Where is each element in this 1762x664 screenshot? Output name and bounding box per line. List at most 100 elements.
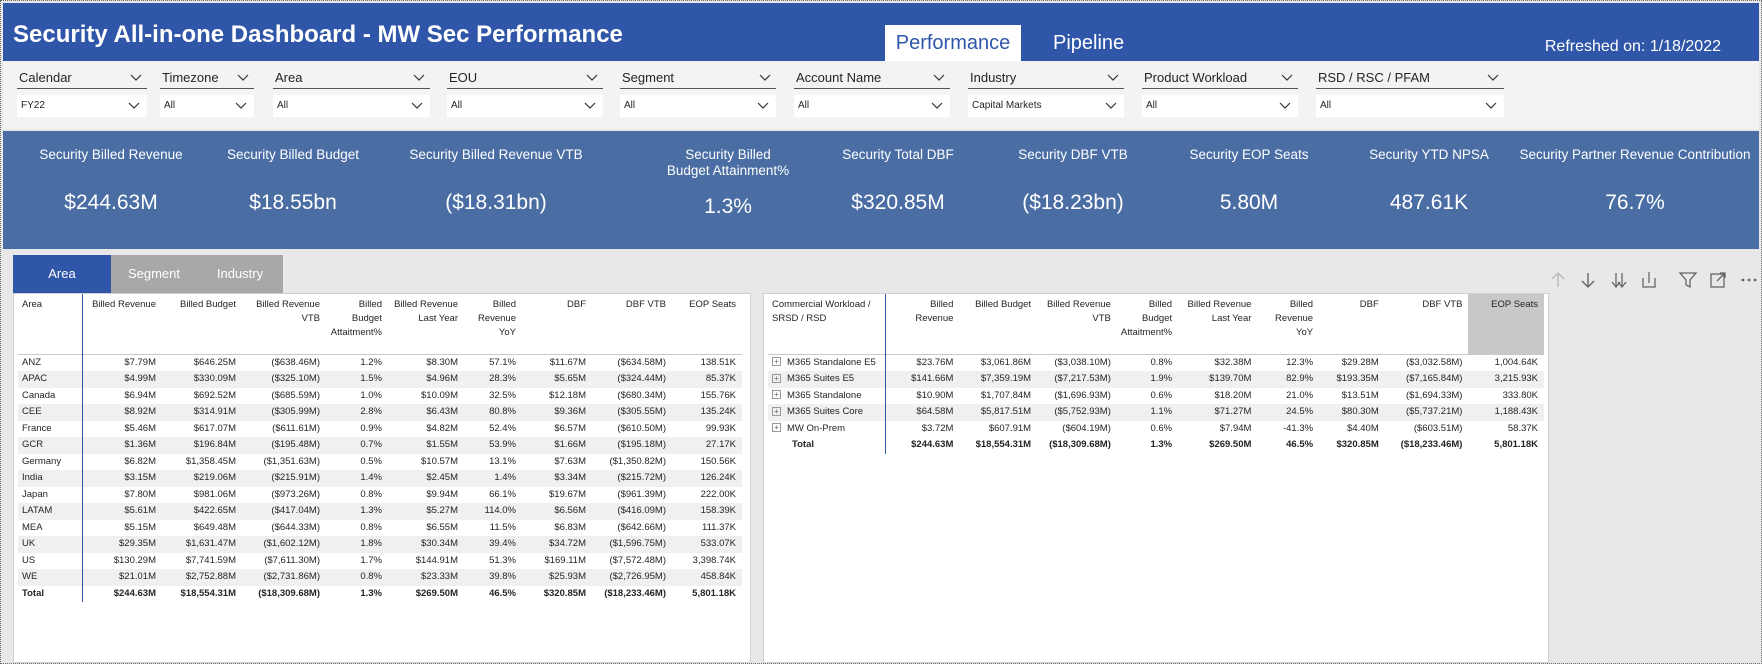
table-row[interactable]: France $5.46M $617.07M ($611.61M) 0.9% $4.82M… xyxy=(18,420,742,437)
column-header[interactable]: Billed Revenue xyxy=(886,294,959,354)
chevron-down-icon[interactable] xyxy=(412,71,426,83)
column-header[interactable]: Area xyxy=(18,294,83,354)
column-header[interactable]: DBF VTB xyxy=(592,294,672,354)
slicer-industry[interactable]: Industry Capital Markets xyxy=(968,69,1124,125)
slicer-dropdown: FY22 xyxy=(17,95,147,117)
chevron-down-icon[interactable] xyxy=(1104,99,1118,111)
drill-up-icon[interactable] xyxy=(1547,269,1569,291)
table-cell: 2.8% xyxy=(326,404,388,421)
slicer-value: All xyxy=(624,100,636,111)
expand-hierarchy-icon[interactable] xyxy=(1638,269,1660,291)
table-row[interactable]: CEE $8.92M $314.91M ($305.99M) 2.8% $6.43M 80.… xyxy=(18,404,742,421)
table-row[interactable]: WE $21.01M $2,752.88M ($2,731.86M) 0.8% $23.3… xyxy=(18,569,742,586)
slicer-area[interactable]: Area All xyxy=(273,69,430,125)
slicer-segment[interactable]: Segment All xyxy=(620,69,776,125)
column-header[interactable]: Billed Revenue Last Year xyxy=(388,294,464,354)
expand-icon[interactable]: + xyxy=(772,406,781,416)
column-header[interactable]: Billed Budget Attaitment% xyxy=(1117,294,1178,354)
slicer-calendar[interactable]: Calendar FY22 xyxy=(17,69,147,125)
total-row[interactable]: Total $244.63M $18,554.31M ($18,309.68M) 1.3… xyxy=(18,585,742,602)
expand-icon[interactable]: + xyxy=(772,390,781,400)
slicer-product-workload[interactable]: Product Workload All xyxy=(1142,69,1298,125)
drill-down-icon[interactable] xyxy=(1577,269,1599,291)
table-row[interactable]: GCR $1.36M $196.84M ($195.48M) 0.7% $1.55M 53.… xyxy=(18,437,742,454)
next-level-icon[interactable] xyxy=(1608,269,1630,291)
slicer-timezone[interactable]: Timezone All xyxy=(160,69,254,125)
column-header[interactable]: EOP Seats xyxy=(672,294,742,354)
kpi-value: 5.80M xyxy=(1219,191,1279,214)
chevron-down-icon[interactable] xyxy=(1486,71,1500,83)
chevron-down-icon[interactable] xyxy=(129,71,143,83)
slicer-rsd-rsc-pfam[interactable]: RSD / RSC / PFAM All xyxy=(1316,69,1504,125)
column-header[interactable]: Billed Budget xyxy=(162,294,242,354)
table-cell: ($2,731.86M) xyxy=(242,569,326,586)
kpi-billed-revenue: Security Billed Revenue $244.63M xyxy=(21,131,201,249)
tab-pipeline[interactable]: Pipeline xyxy=(1043,25,1134,61)
column-header[interactable]: Billed Revenue YoY xyxy=(464,294,522,354)
table-row[interactable]: MEA $5.15M $649.48M ($644.33M) 0.8% $6.55M 11.… xyxy=(18,519,742,536)
total-row[interactable]: Total $244.63M $18,554.31M ($18,309.68M) 1.3… xyxy=(768,437,1544,454)
chevron-down-icon[interactable] xyxy=(1278,99,1292,111)
table-row[interactable]: Japan $7.80M $981.06M ($973.26M) 0.8% $9.94M 6… xyxy=(18,486,742,503)
table-row[interactable]: ANZ $7.79M $646.25M ($638.46M) 1.2% $8.30M 57.… xyxy=(18,354,742,371)
focus-mode-icon[interactable] xyxy=(1707,269,1729,291)
column-header[interactable]: Billed Revenue YoY xyxy=(1257,294,1319,354)
table-row[interactable]: Canada $6.94M $692.52M ($685.59M) 1.0% $10.09… xyxy=(18,387,742,404)
table-row[interactable]: UK $29.35M $1,631.47M ($1,602.12M) 1.8% $30.3… xyxy=(18,536,742,553)
table-row[interactable]: + M365 Suites Core $64.58M $5,817.51M ($5,75… xyxy=(768,404,1544,421)
slicer-eou[interactable]: EOU All xyxy=(447,69,603,125)
tab-area[interactable]: Area xyxy=(13,255,111,293)
table-row[interactable]: + M365 Standalone $10.90M $1,707.84M ($1,696… xyxy=(768,387,1544,404)
table-row[interactable]: Germany $6.82M $1,358.45M ($1,351.63M) 0.5% $… xyxy=(18,453,742,470)
column-header[interactable]: Billed Budget xyxy=(959,294,1037,354)
table-cell: 138.51K xyxy=(700,356,736,368)
kpi-partner-revenue-contribution: Security Partner Revenue Contribution 76… xyxy=(1515,131,1755,249)
chevron-down-icon[interactable] xyxy=(930,99,944,111)
expand-icon[interactable]: + xyxy=(772,373,781,383)
chevron-down-icon[interactable] xyxy=(756,99,770,111)
expand-icon[interactable]: + xyxy=(772,423,781,433)
slicer-account-name[interactable]: Account Name All xyxy=(794,69,950,125)
chevron-down-icon[interactable] xyxy=(585,71,599,83)
table-row[interactable]: LATAM $5.61M $422.65M ($417.04M) 1.3% $5.27M 1… xyxy=(18,503,742,520)
column-header[interactable]: DBF xyxy=(1319,294,1385,354)
expand-icon[interactable]: + xyxy=(772,357,781,367)
chevron-down-icon[interactable] xyxy=(236,71,250,83)
column-header[interactable]: DBF xyxy=(522,294,592,354)
chevron-down-icon[interactable] xyxy=(1280,71,1294,83)
chevron-down-icon[interactable] xyxy=(127,99,141,111)
column-header[interactable]: Billed Budget Attaitment% xyxy=(326,294,388,354)
table-row[interactable]: APAC $4.99M $330.09M ($325.10M) 1.5% $4.96M 28… xyxy=(18,371,742,388)
table-row[interactable]: US $130.29M $7,741.59M ($7,611.30M) 1.7% $144… xyxy=(18,552,742,569)
filter-icon[interactable] xyxy=(1677,269,1699,291)
column-header-sorted[interactable]: EOP Seats xyxy=(1468,294,1544,354)
table-cell: $10.09M xyxy=(421,389,458,401)
table-cell: 0.7% xyxy=(326,437,388,454)
row-label: M365 Suites E5 xyxy=(787,373,855,384)
table-cell: $5.65M xyxy=(522,371,592,388)
column-header[interactable]: Commercial Workload / SRSD / RSD xyxy=(768,294,887,354)
chevron-down-icon[interactable] xyxy=(1484,99,1498,111)
chevron-down-icon[interactable] xyxy=(758,71,772,83)
column-header[interactable]: Billed Revenue xyxy=(82,294,162,354)
tab-segment[interactable]: Segment xyxy=(111,255,197,293)
table-cell: $10.90M xyxy=(916,389,954,401)
chevron-down-icon[interactable] xyxy=(583,99,597,111)
chevron-down-icon[interactable] xyxy=(1106,71,1120,83)
chevron-down-icon[interactable] xyxy=(932,71,946,83)
table-cell: 150.56K xyxy=(700,455,736,467)
column-header[interactable]: Billed Revenue VTB xyxy=(242,294,326,354)
tab-performance[interactable]: Performance xyxy=(885,25,1021,61)
column-header[interactable]: Billed Revenue Last Year xyxy=(1178,294,1257,354)
tab-industry[interactable]: Industry xyxy=(197,255,283,293)
more-options-icon[interactable] xyxy=(1738,269,1760,291)
table-row[interactable]: India $3.15M $219.06M ($215.91M) 1.4% $2.45M 1… xyxy=(18,470,742,487)
chevron-down-icon[interactable] xyxy=(234,99,248,111)
table-row[interactable]: + M365 Standalone E5 $23.76M $3,061.86M ($3,… xyxy=(768,354,1544,371)
column-header[interactable]: DBF VTB xyxy=(1385,294,1469,354)
slicer-label: Account Name xyxy=(796,70,882,85)
column-header[interactable]: Billed Revenue VTB xyxy=(1037,294,1117,354)
chevron-down-icon[interactable] xyxy=(410,99,424,111)
table-row[interactable]: + M365 Suites E5 $141.66M $7,359.19M ($7,217… xyxy=(768,371,1544,388)
table-row[interactable]: + MW On-Prem $3.72M $607.91M ($604.19M) 0.6% $… xyxy=(768,420,1544,437)
